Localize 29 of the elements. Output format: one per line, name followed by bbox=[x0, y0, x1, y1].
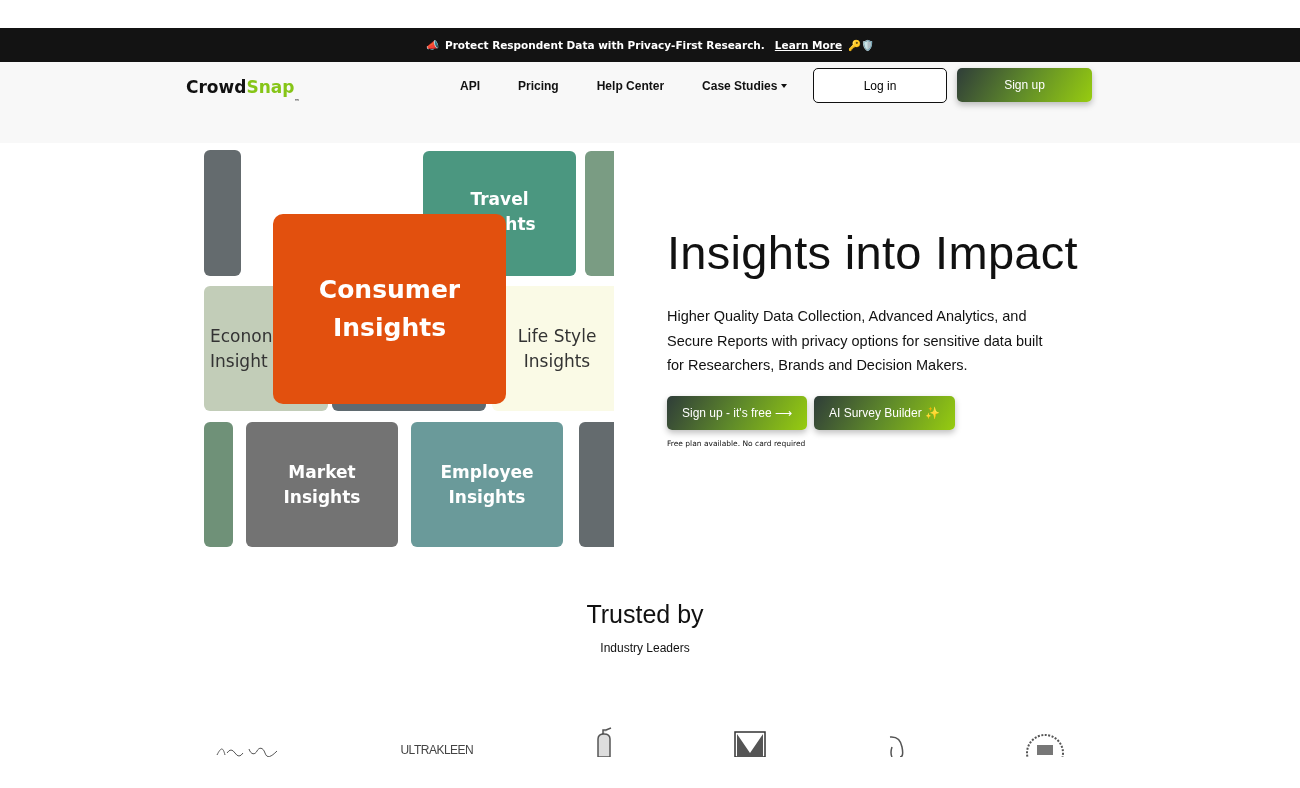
tile-label: Travel bbox=[470, 188, 529, 211]
hero-title: Insights into Impact bbox=[667, 225, 1078, 280]
tile-label: Employee bbox=[440, 460, 534, 484]
key-shield-icon: 🔑🛡 bbox=[848, 38, 874, 52]
megaphone-icon: 📣 bbox=[426, 38, 439, 52]
learn-more-link[interactable]: Learn More bbox=[774, 39, 842, 51]
login-button[interactable]: Log in bbox=[813, 68, 947, 103]
nav-link[interactable]: Pricing bbox=[518, 79, 559, 93]
signup-free-button[interactable]: Sign up - it's free ⟶ bbox=[667, 395, 807, 430]
announcement-text: Protect Respondent Data with Privacy-First Research. bbox=[445, 39, 765, 51]
nav-link[interactable]: API bbox=[460, 79, 480, 93]
tile-label: Econon bbox=[210, 324, 273, 348]
nav-link[interactable]: Case Studies bbox=[702, 79, 788, 93]
ai-survey-button[interactable]: AI Survey Builder ✨ bbox=[814, 395, 956, 430]
section-title: Trusted by bbox=[585, 600, 705, 629]
tile-label: Insight bbox=[210, 349, 268, 373]
signup-button[interactable]: Sign up bbox=[957, 68, 1092, 102]
tile-label: Insights bbox=[448, 485, 526, 509]
tile-label: Insights bbox=[523, 349, 591, 373]
hero-description: Higher Quality Data Collection, Advanced Analytics, and Secure Reports with privacy options for sensitive data built for Researchers, Brands and Decision Makers. bbox=[667, 307, 1044, 375]
tile-label: Life Style bbox=[517, 324, 597, 348]
logo-wordmark: ULTRAKLEEN bbox=[400, 743, 474, 757]
tile-label: hts bbox=[505, 213, 536, 236]
tile-label: Consumer bbox=[318, 274, 461, 306]
tile-label: Insights bbox=[332, 312, 447, 344]
tile-label: Insights bbox=[283, 485, 361, 509]
tile-label: Market bbox=[288, 460, 356, 484]
section-subtitle: Industry Leaders bbox=[599, 641, 691, 655]
nav-link[interactable]: Help Center bbox=[596, 79, 665, 93]
